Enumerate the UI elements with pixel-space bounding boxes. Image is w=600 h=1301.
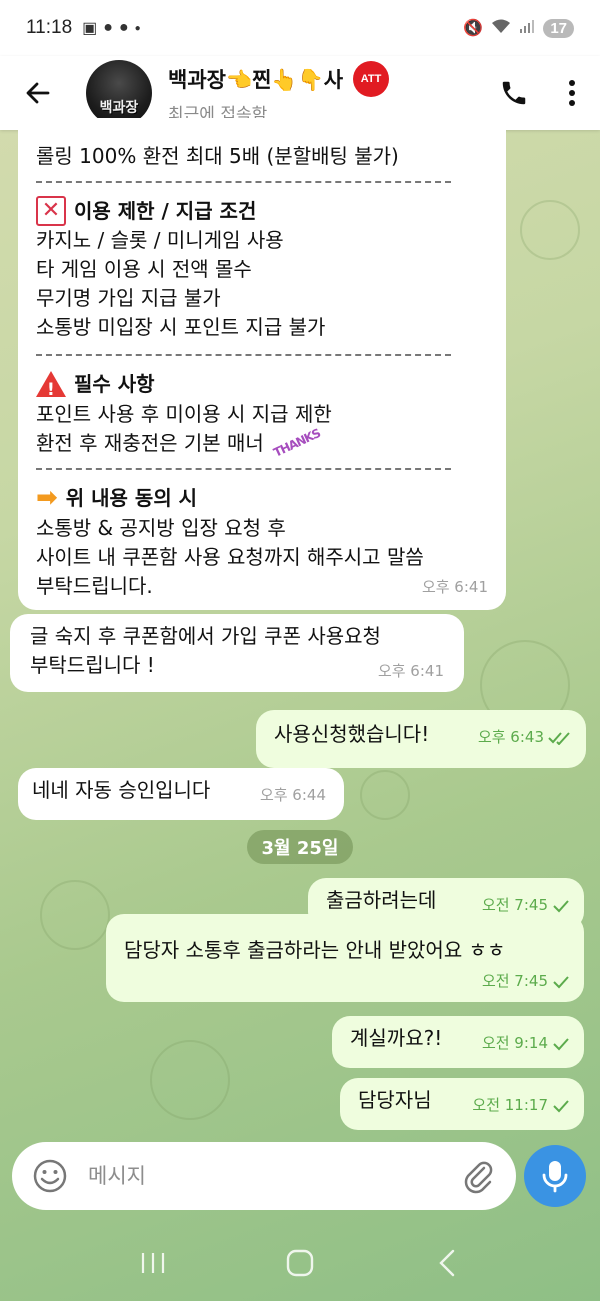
double-check-icon [548, 731, 570, 745]
message-line: 환전 후 재충전은 기본 매너 [36, 431, 264, 455]
message-time: 오후 6:44 [260, 781, 326, 810]
dashed-divider [36, 468, 451, 470]
message-line: 사이트 내 쿠폰함 사용 요청까지 해주시고 말씀 [36, 545, 424, 569]
back-nav-icon [438, 1249, 454, 1277]
section-heading: ✕ 이용 제한 / 지급 조건 [36, 196, 256, 226]
avatar[interactable]: 백과장 [86, 60, 152, 126]
avatar-text: 백과장 [99, 100, 139, 116]
voice-record-button[interactable] [524, 1145, 586, 1207]
time-text: 오전 11:17 [472, 1096, 548, 1114]
message-line: 카지노 / 슬롯 / 미니게임 사용 [36, 228, 284, 252]
chat-app-icon: ● [103, 19, 113, 36]
message-meta: 오전 11:17 [472, 1091, 570, 1120]
outgoing-message[interactable]: 계실까요?! 오전 9:14 [332, 1016, 584, 1068]
screenshot-icon: ▣ [82, 20, 98, 37]
more-options-button[interactable] [562, 73, 582, 113]
message-line: 부탁드립니다. [36, 574, 153, 598]
message-meta: 오전 9:14 [482, 1029, 570, 1058]
section-heading: 필수 사항 [36, 370, 155, 404]
message-line: 소통방 미입장 시 포인트 지급 불가 [36, 315, 326, 339]
message-line: 소통방 & 공지방 입장 요청 후 [36, 516, 286, 540]
emoji-icon [33, 1159, 67, 1193]
home-icon [286, 1249, 314, 1277]
message-input[interactable] [88, 1164, 448, 1188]
recent-apps-icon [142, 1253, 165, 1273]
message-input-bar [12, 1142, 516, 1210]
paperclip-icon [464, 1161, 493, 1194]
time-text: 오전 7:45 [481, 972, 548, 990]
signal-icon [519, 18, 535, 39]
section3-title: 위 내용 동의 시 [65, 486, 198, 510]
check-icon [553, 899, 569, 912]
dashed-divider [36, 181, 451, 183]
back-button[interactable] [18, 73, 58, 113]
attach-button[interactable] [458, 1156, 498, 1196]
message-time: 오후 6:41 [378, 657, 444, 686]
battery-indicator: 17 [543, 18, 574, 38]
chat-title: 백과장👈찐👆👇사 [168, 68, 344, 92]
call-button[interactable] [494, 73, 534, 113]
wallpaper-doodle [520, 200, 580, 260]
cross-mark-icon: ✕ [36, 196, 66, 226]
check-icon [553, 1037, 569, 1050]
message-time: 오후 6:41 [422, 573, 488, 602]
warning-icon [36, 371, 66, 404]
phone-icon [502, 81, 526, 105]
section1-title: 이용 제한 / 지급 조건 [74, 199, 257, 223]
recent-apps-button[interactable] [128, 1238, 178, 1288]
message-line: 무기명 가입 지급 불가 [36, 286, 221, 310]
outgoing-message[interactable]: 담당자 소통후 출금하라는 안내 받았어요 ㅎㅎ 오전 7:45 [106, 914, 584, 1002]
message-line: 포인트 사용 후 미이용 시 지급 제한 [36, 402, 332, 426]
dashed-divider [36, 354, 451, 356]
outgoing-message[interactable]: 담당자님 오전 11:17 [340, 1078, 584, 1130]
section2-title: 필수 사항 [74, 372, 155, 396]
att-badge: ATT [353, 61, 390, 97]
mute-icon: 🔇 [463, 20, 484, 37]
home-button[interactable] [275, 1238, 325, 1288]
check-icon [553, 975, 569, 988]
notification-icons: ▣ ● ● ● [82, 18, 141, 38]
emoji-button[interactable] [30, 1156, 70, 1196]
message-line: 타 게임 이용 시 전액 몰수 [36, 257, 252, 281]
wallpaper-doodle [150, 1040, 230, 1120]
incoming-message-rules[interactable]: 롤링 100% 환전 최대 5배 (분할배팅 불가) ✕ 이용 제한 / 지급 … [18, 118, 506, 610]
chat-title-block[interactable]: 백과장👈찐👆👇사 ATT 최근에 접속함 [168, 61, 390, 125]
time-text: 오후 6:41 [421, 578, 488, 596]
dot-icon: ● [134, 22, 141, 34]
microphone-icon [542, 1161, 568, 1193]
check-icon [553, 1099, 569, 1112]
incoming-message[interactable]: 네네 자동 승인입니다 오후 6:44 [18, 768, 344, 820]
message-meta: 오후 6:43 [478, 723, 572, 752]
section-heading: ➡ 위 내용 동의 시 [36, 484, 197, 512]
date-divider: 3월 25일 [247, 830, 353, 864]
message-text: 담당자 소통후 출금하라는 안내 받았어요 ㅎㅎ [124, 938, 506, 962]
wifi-icon [491, 18, 511, 39]
more-vertical-icon [569, 80, 575, 106]
system-nav-bar [0, 1225, 600, 1301]
wallpaper-doodle [40, 880, 110, 950]
time-text: 오후 6:44 [259, 786, 326, 804]
back-nav-button[interactable] [422, 1238, 472, 1288]
status-time: 11:18 [26, 17, 73, 38]
right-arrow-icon: ➡ [36, 483, 58, 513]
message-meta: 오전 7:45 [482, 967, 570, 996]
outgoing-message[interactable]: 사용신청했습니다! 오후 6:43 [256, 710, 586, 768]
time-text: 오후 6:41 [377, 662, 444, 680]
back-arrow-icon [26, 82, 50, 104]
time-text: 오후 6:43 [477, 728, 544, 746]
status-right: 🔇 17 [463, 18, 574, 39]
time-text: 오전 9:14 [481, 1034, 548, 1052]
message-text: 글 숙지 후 쿠폰함에서 가입 쿠폰 사용요청 [30, 624, 381, 648]
incoming-message[interactable]: 글 숙지 후 쿠폰함에서 가입 쿠폰 사용요청 부탁드립니다 ! 오후 6:41 [10, 614, 464, 692]
message-icon: ● [118, 19, 129, 36]
message-line-with-sticker: 환전 후 재충전은 기본 매너 THANKS [36, 426, 322, 460]
status-bar: 11:18 ▣ ● ● ● 🔇 17 [0, 0, 600, 56]
wallpaper-doodle [360, 770, 410, 820]
message-line: 롤링 100% 환전 최대 5배 (분할배팅 불가) [36, 144, 399, 168]
